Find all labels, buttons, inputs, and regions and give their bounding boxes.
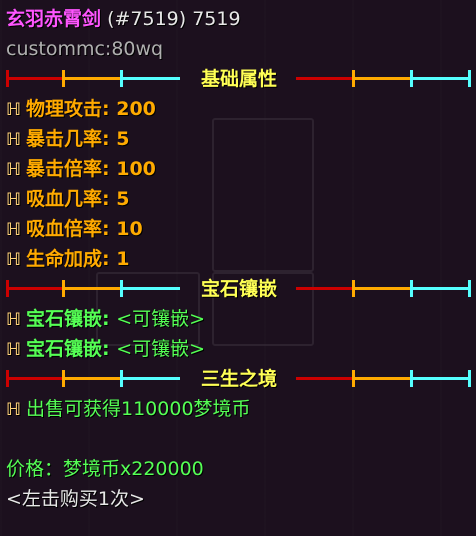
item-title: 玄羽赤霄剑 (#7519) 7519 — [6, 4, 476, 34]
stat-line: ℍ 暴击倍率: 100 — [6, 154, 476, 184]
section-divider-gems: 宝石镶嵌 — [6, 274, 472, 304]
item-name: 玄羽赤霄剑 — [6, 8, 102, 30]
sell-info: 出售可获得110000梦境币 — [26, 398, 251, 420]
section-divider-attributes: 基础属性 — [6, 64, 472, 94]
section-title-attributes: 基础属性 — [200, 68, 277, 90]
bullet-icon: ℍ — [6, 160, 22, 180]
bullet-icon: ℍ — [6, 130, 22, 150]
bullet-icon: ℍ — [6, 250, 22, 270]
section-title-realm: 三生之境 — [200, 368, 277, 390]
gem-slot-line: ℍ 宝石镶嵌: <可镶嵌> — [6, 334, 476, 364]
bullet-icon: ℍ — [6, 190, 22, 210]
bullet-icon: ℍ — [6, 310, 22, 330]
item-id: (#7519) 7519 — [107, 8, 241, 30]
stat-line: ℍ 吸血几率: 5 — [6, 184, 476, 214]
section-divider-realm: 三生之境 — [6, 364, 472, 394]
bullet-icon: ℍ — [6, 100, 22, 120]
section-title-gems: 宝石镶嵌 — [200, 278, 277, 300]
sell-line: ℍ 出售可获得110000梦境币 — [6, 394, 476, 424]
gem-slot-line: ℍ 宝石镶嵌: <可镶嵌> — [6, 304, 476, 334]
bullet-icon: ℍ — [6, 400, 22, 420]
item-owner: custommc:80wq — [6, 38, 164, 60]
stat-line: ℍ 物理攻击: 200 — [6, 94, 476, 124]
price-text: 价格：梦境币x220000 — [6, 458, 204, 480]
stat-line: ℍ 生命加成: 1 — [6, 244, 476, 274]
bullet-icon: ℍ — [6, 340, 22, 360]
stat-line: ℍ 吸血倍率: 10 — [6, 214, 476, 244]
buy-prompt[interactable]: <左击购买1次> — [6, 484, 476, 514]
stat-line: ℍ 暴击几率: 5 — [6, 124, 476, 154]
item-tooltip: 玄羽赤霄剑 (#7519) 7519 custommc:80wq 基础属性 ℍ物… — [0, 0, 476, 536]
bullet-icon: ℍ — [6, 220, 22, 240]
